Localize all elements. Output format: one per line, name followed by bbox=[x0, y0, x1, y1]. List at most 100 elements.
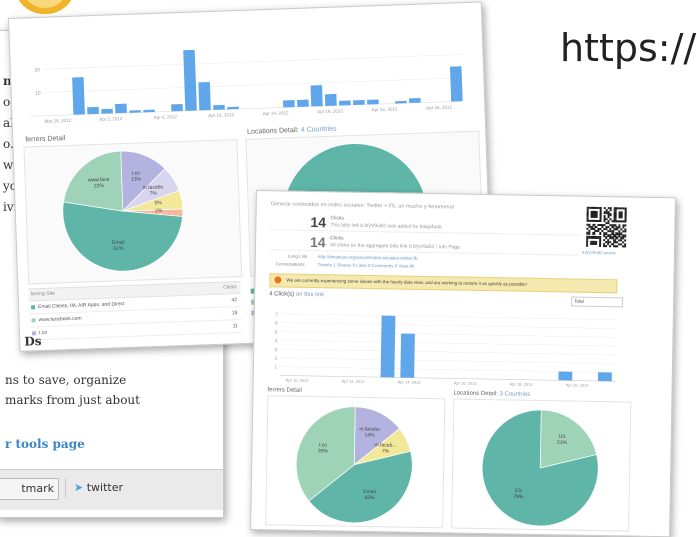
pie-label: 13% bbox=[131, 176, 142, 182]
qr-module bbox=[604, 244, 608, 248]
link-heading: Generar contenidos en redes sociales: Tw… bbox=[270, 201, 454, 211]
y-tick-label: 4 bbox=[275, 338, 278, 343]
top-referrers-title: ferrers Detail bbox=[25, 135, 66, 144]
bookmark-button[interactable]: tmark bbox=[0, 478, 59, 500]
top-referrers-pie: t.co13%m.facebo7%5%2%Email51%www.face22% bbox=[62, 150, 184, 272]
gridline bbox=[280, 357, 617, 365]
front-locations-title: Locations Detail: 3 Countries bbox=[453, 390, 530, 397]
row-color-swatch bbox=[31, 305, 36, 310]
twitter-button[interactable]: ➤ twitter bbox=[65, 478, 123, 498]
conversations-label: Conversations bbox=[275, 261, 305, 267]
qr-module bbox=[624, 224, 627, 227]
y-tick-label: 5 bbox=[275, 329, 278, 334]
bar bbox=[72, 77, 85, 115]
x-tick-label: Apr 22, 2012 bbox=[372, 106, 398, 112]
x-tick-label: Apr 12, 2012 bbox=[342, 379, 366, 384]
row-clicks: 11 bbox=[232, 323, 238, 330]
front-referrers-title: ferrers Detail bbox=[267, 387, 302, 394]
x-tick-label: Apr 6, 2012 bbox=[154, 114, 178, 120]
row-site[interactable]: www.facebook.com bbox=[38, 316, 81, 323]
qr-module bbox=[624, 230, 627, 233]
bar bbox=[115, 103, 127, 114]
x-tick-label: Apr 18, 2012 bbox=[510, 381, 534, 386]
x-tick-label: Apr 20, 2012 bbox=[566, 382, 590, 387]
bar bbox=[449, 66, 463, 102]
bar bbox=[339, 100, 351, 106]
link-meta: Long Link http://dmaticas.org/sociali/re… bbox=[270, 253, 590, 275]
bar bbox=[213, 104, 225, 110]
pie-label: 43% bbox=[364, 495, 375, 501]
stat2-desc: All clicks on the aggregate bitly link b… bbox=[329, 242, 461, 251]
bar bbox=[101, 108, 113, 114]
bottom-partial-heading: Ds bbox=[24, 334, 42, 349]
table-header-site: ferring Site bbox=[30, 290, 55, 298]
bar bbox=[367, 99, 379, 105]
pie-label: 22% bbox=[94, 183, 105, 189]
qr-module bbox=[592, 232, 595, 235]
y-tick-label: 20 bbox=[34, 67, 40, 73]
qr-module bbox=[620, 215, 623, 219]
stat2-number: 14 bbox=[309, 233, 326, 251]
pie-label: 51% bbox=[113, 246, 124, 252]
x-tick-label: Apr 10, 2012 bbox=[286, 378, 310, 383]
qr-module bbox=[609, 245, 612, 248]
gridline bbox=[280, 339, 617, 347]
stat1-title: Clicks bbox=[330, 215, 344, 222]
y-tick-label: 1 bbox=[274, 365, 277, 370]
locations-count: 4 Countries bbox=[300, 125, 337, 134]
twitter-label: twitter bbox=[86, 481, 124, 494]
bar bbox=[324, 93, 337, 106]
bar bbox=[143, 109, 155, 113]
x-tick-label: Apr 10, 2012 bbox=[208, 112, 234, 118]
x-tick-label: Apr 16, 2012 bbox=[454, 380, 478, 385]
bar bbox=[353, 99, 365, 106]
x-tick-label: Apr 14, 2012 bbox=[263, 110, 289, 116]
stat1-number: 14 bbox=[310, 213, 327, 231]
y-tick-label: 6 bbox=[275, 321, 278, 326]
gridline bbox=[279, 366, 616, 373]
conversations-links[interactable]: Tweets 1 Shares 0 Likes 0 Comments 0 Vie… bbox=[318, 262, 415, 269]
clicks-title-text: 4 Click(s) bbox=[269, 291, 295, 298]
x-tick-label: Apr 26, 2012 bbox=[426, 105, 452, 111]
tools-page-link[interactable]: r tools page bbox=[5, 437, 85, 451]
y-tick-label: 3 bbox=[275, 347, 278, 352]
bar bbox=[198, 81, 211, 111]
back-page-line-2: marks from just about bbox=[5, 393, 140, 407]
total-select[interactable]: Total bbox=[571, 296, 624, 308]
front-locations-text: Locations Detail: bbox=[453, 390, 498, 398]
y-tick-label: 2 bbox=[275, 356, 278, 361]
row-site[interactable]: Email Clients, IM, AIR Apps, and Direct bbox=[38, 301, 125, 310]
x-tick-label: Apr 14, 2012 bbox=[398, 380, 422, 385]
long-link-url[interactable]: http://dmaticas.org/sociali/redes-social… bbox=[318, 254, 418, 261]
qr-module bbox=[594, 215, 598, 218]
referring-table: ferring Site Clicks Email Clients, IM, A… bbox=[28, 281, 243, 348]
gridline bbox=[280, 313, 617, 321]
gridline bbox=[280, 348, 617, 356]
x-tick-label: Mar 29, 2012 bbox=[45, 118, 72, 124]
pie-slice bbox=[481, 409, 599, 527]
bar bbox=[87, 106, 99, 115]
qr-module bbox=[624, 234, 627, 238]
bar bbox=[395, 100, 407, 104]
url-text: https:// bbox=[560, 26, 697, 70]
clicks-sub: on this link bbox=[295, 291, 325, 299]
pie-label: 21% bbox=[557, 440, 568, 446]
bookmark-label: tmark bbox=[21, 482, 54, 495]
stat2-title: Clicks bbox=[330, 235, 344, 242]
row-clicks: 18 bbox=[231, 310, 238, 317]
y-tick-label: 7 bbox=[275, 312, 278, 317]
bar bbox=[171, 103, 183, 112]
bar bbox=[558, 371, 573, 381]
gridline bbox=[280, 331, 617, 338]
qr-module bbox=[598, 232, 602, 235]
bar bbox=[283, 100, 295, 108]
bar bbox=[400, 333, 415, 378]
total-select-value: Total bbox=[574, 298, 584, 304]
qr-module bbox=[615, 245, 618, 248]
x-tick-label: Apr 18, 2012 bbox=[317, 108, 343, 114]
bar bbox=[227, 106, 239, 110]
alert-banner: We are currently experiencing some issue… bbox=[269, 273, 618, 294]
bar bbox=[297, 99, 309, 107]
qr-module bbox=[598, 244, 602, 248]
qr-caption[interactable]: b.lt/yV9uB2.qrcode bbox=[582, 250, 616, 256]
